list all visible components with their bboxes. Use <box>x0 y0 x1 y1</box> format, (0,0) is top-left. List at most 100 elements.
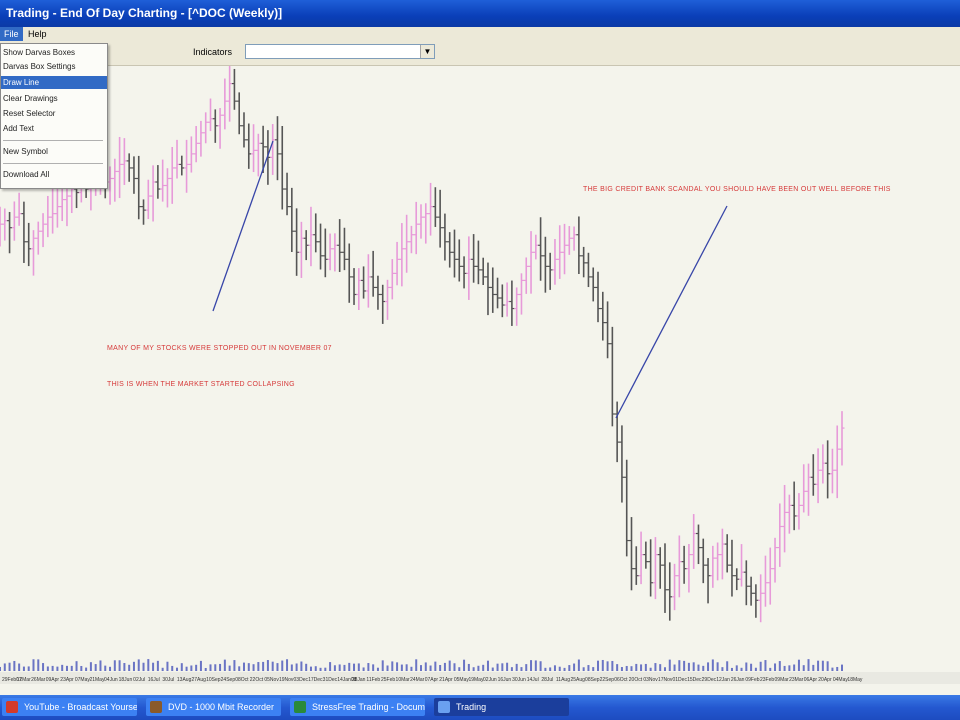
volume-bar <box>654 663 657 671</box>
volume-bar <box>611 660 614 671</box>
volume-bar <box>166 661 169 671</box>
volume-bar <box>530 660 533 671</box>
volume-bar <box>367 663 370 671</box>
volume-bar <box>640 664 643 671</box>
volume-bar <box>625 665 628 671</box>
volume-bar <box>0 666 1 671</box>
volume-bar <box>635 663 638 671</box>
volume-bar <box>309 666 312 671</box>
x-tick-label: 30Jul <box>162 677 174 683</box>
volume-bar <box>51 665 54 671</box>
volume-bar <box>750 663 753 671</box>
volume-bar <box>396 662 399 671</box>
volume-bar <box>271 661 274 671</box>
volume-bar <box>8 662 11 671</box>
volume-bar <box>817 660 820 671</box>
x-tick-label: 06Oct <box>614 677 628 683</box>
menu-item-show-darvas-boxes[interactable]: Show Darvas Boxes <box>1 46 107 59</box>
x-tick-label: 18Jun <box>119 677 133 683</box>
volume-bar <box>305 663 308 671</box>
x-tick-label: 08Sep <box>585 677 600 683</box>
volume-bar <box>410 666 413 671</box>
volume-bar <box>290 664 293 671</box>
x-axis-labels: 29Feb0712Mar 26Mar 09Apr 23Apr 07May 21May 04J… <box>2 677 863 683</box>
menu-item-draw-line[interactable]: Draw Line <box>1 76 107 89</box>
volume-bar <box>329 662 332 671</box>
task-stressfree-trading[interactable]: StressFree Trading - Document <box>290 698 425 716</box>
volume-bar <box>448 660 451 671</box>
volume-bar <box>592 667 595 671</box>
x-tick-label: 29Dec <box>702 677 717 683</box>
x-tick-label: 09Mar <box>775 677 790 683</box>
volume-bar <box>142 662 145 671</box>
volume-bar <box>477 665 480 671</box>
volume-bar <box>549 667 552 671</box>
volume-bar <box>702 665 705 671</box>
x-tick-label: 22Sep <box>600 677 615 683</box>
volume-bar <box>716 662 719 671</box>
x-tick-label: 26Jan <box>731 677 745 683</box>
volume-bar <box>247 663 250 671</box>
menu-item-clear-drawings[interactable]: Clear Drawings <box>1 92 107 105</box>
menu-item-add-text[interactable]: Add Text <box>1 122 107 135</box>
volume-bar <box>219 663 222 671</box>
toolbar: Indicators ▼ <box>0 41 960 66</box>
volume-bar <box>644 663 647 671</box>
menu-help[interactable]: Help <box>24 27 51 41</box>
volume-bar <box>180 663 183 671</box>
volume-bar <box>147 659 150 671</box>
volume-bar <box>252 664 255 671</box>
volume-bar <box>788 665 791 671</box>
menu-item-reset-selector[interactable]: Reset Selector <box>1 107 107 120</box>
volume-bar <box>75 661 78 671</box>
volume-bar <box>242 662 245 671</box>
volume-bar <box>783 665 786 671</box>
volume-bar <box>443 662 446 671</box>
volume-bar <box>209 664 212 671</box>
task-youtube[interactable]: YouTube - Broadcast Yourself <box>2 698 137 716</box>
volume-bar <box>606 661 609 671</box>
dropdown-arrow-icon[interactable]: ▼ <box>420 45 434 58</box>
volume-bar <box>697 664 700 671</box>
volume-bar <box>353 663 356 671</box>
volume-bar <box>190 665 193 671</box>
volume-bar <box>61 664 64 671</box>
volume-bar <box>195 664 198 671</box>
x-tick-label: 09Apr <box>46 677 60 683</box>
x-tick-label: 20Apr <box>818 677 832 683</box>
volume-bar <box>730 667 733 671</box>
menu-item-darvas-box-settings[interactable]: Darvas Box Settings <box>1 60 107 73</box>
volume-bar <box>381 660 384 671</box>
x-tick-label: 10Mar <box>396 677 411 683</box>
volume-bar <box>223 659 226 671</box>
volume-bar <box>472 667 475 671</box>
x-tick-label: 28Jan <box>352 677 366 683</box>
app-icon <box>294 701 306 713</box>
volume-bar <box>319 667 322 671</box>
volume-bar <box>13 660 16 671</box>
task-dvd[interactable]: DVD - 1000 Mbit Recorder <box>146 698 281 716</box>
x-tick-label: 14Jul <box>527 677 539 683</box>
menu-item-download-all[interactable]: Download All <box>1 168 107 181</box>
menu-item-new-symbol[interactable]: New Symbol <box>1 145 107 158</box>
x-tick-label: 21May <box>89 677 105 683</box>
x-tick-label: 03Nov <box>643 677 658 683</box>
task-trading[interactable]: Trading <box>434 698 569 716</box>
volume-bar <box>118 660 121 671</box>
x-tick-label: 07May <box>75 677 91 683</box>
volume-bar <box>510 667 513 671</box>
x-tick-label: 28Jul <box>541 677 553 683</box>
x-tick-label: 18May <box>847 677 863 683</box>
volume-bar <box>673 664 676 671</box>
volume-bar <box>56 666 59 671</box>
x-tick-label: 15Dec <box>687 677 702 683</box>
indicators-select[interactable]: ▼ <box>245 44 435 59</box>
volume-bar <box>597 660 600 671</box>
volume-bar <box>123 663 126 671</box>
x-tick-label: 26Mar <box>31 677 46 683</box>
volume-bar <box>94 664 97 671</box>
menu-file[interactable]: File <box>0 27 23 41</box>
volume-bar <box>99 660 102 671</box>
volume-bar <box>544 667 547 671</box>
volume-bar <box>434 661 437 671</box>
